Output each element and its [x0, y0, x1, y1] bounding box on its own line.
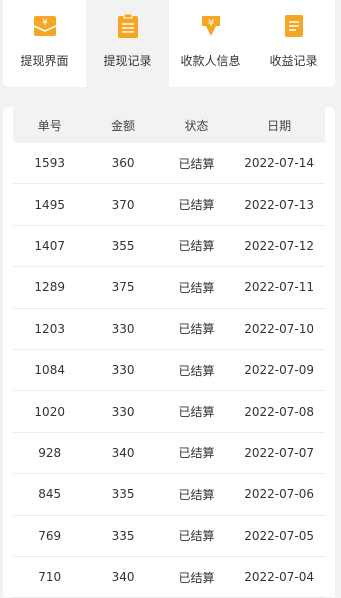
cell-date: 2022-07-11	[244, 280, 314, 295]
cell-amount: 335	[111, 528, 135, 543]
cell-amount: 360	[111, 156, 135, 171]
cell-date: 2022-07-13	[244, 197, 314, 212]
document-icon	[281, 12, 307, 40]
header-order-no: 单号	[37, 118, 62, 133]
cell-order-no: 1407	[34, 238, 65, 253]
cell-amount: 330	[111, 321, 135, 336]
table-row: 1203 330 已结算 2022-07-10	[13, 309, 325, 350]
cell-amount: 370	[111, 197, 135, 212]
cell-status: 已结算	[178, 405, 215, 420]
cell-date: 2022-07-08	[244, 404, 314, 419]
cell-status: 已结算	[178, 363, 215, 378]
header-date: 日期	[267, 118, 292, 133]
cell-order-no: 845	[38, 487, 62, 502]
cell-status: 已结算	[178, 570, 215, 585]
table-header: 单号 金额 状态 日期	[13, 107, 325, 143]
table-row: 928 340 已结算 2022-07-07	[13, 433, 325, 475]
cell-amount: 340	[111, 445, 135, 460]
nav-label: 收款人信息	[180, 54, 241, 68]
nav-label: 收益记录	[269, 54, 318, 68]
cell-status: 已结算	[178, 239, 215, 254]
table-row: 845 335 已结算 2022-07-06	[13, 474, 325, 516]
table-body: 1593 360 已结算 2022-07-14 1495 370 已结算 2022-07-13…	[13, 143, 325, 598]
cell-order-no: 928	[38, 445, 62, 460]
cell-order-no: 710	[38, 570, 62, 585]
table-row: 1289 375 已结算 2022-07-11	[13, 267, 325, 309]
nav-label: 提现记录	[103, 54, 152, 68]
cell-order-no: 1084	[34, 363, 65, 378]
cell-amount: 355	[111, 238, 135, 253]
cell-date: 2022-07-06	[244, 487, 314, 502]
cell-date: 2022-07-04	[244, 570, 314, 585]
cell-date: 2022-07-09	[244, 363, 314, 378]
nav-item-payee-info[interactable]: ¥ 收款人信息	[169, 0, 252, 87]
cell-amount: 330	[111, 404, 135, 419]
cell-status: 已结算	[178, 156, 215, 171]
cell-date: 2022-07-14	[244, 156, 314, 171]
cell-order-no: 769	[38, 528, 62, 543]
cell-order-no: 1020	[34, 404, 65, 419]
cell-date: 2022-07-07	[244, 445, 314, 460]
table-row: 1084 330 已结算 2022-07-09	[13, 350, 325, 392]
clipboard-list-icon	[115, 12, 141, 40]
cell-date: 2022-07-05	[244, 528, 314, 543]
cell-status: 已结算	[178, 446, 215, 461]
cell-status: 已结算	[178, 529, 215, 544]
nav-item-withdraw-records[interactable]: 提现记录	[86, 0, 169, 87]
cell-order-no: 1289	[34, 280, 65, 295]
cell-date: 2022-07-12	[244, 238, 314, 253]
top-nav: ¥ 提现界面 提现记录 ¥ 收款人信息 收益记录	[3, 0, 335, 87]
header-status: 状态	[184, 118, 209, 133]
cell-amount: 375	[111, 280, 135, 295]
cell-order-no: 1203	[34, 321, 65, 336]
cell-order-no: 1495	[34, 197, 65, 212]
cell-status: 已结算	[178, 322, 215, 337]
cell-date: 2022-07-10	[244, 321, 314, 336]
yen-download-icon: ¥	[198, 12, 224, 40]
svg-text:¥: ¥	[42, 18, 48, 28]
header-amount: 金额	[111, 118, 136, 133]
nav-label: 提现界面	[20, 54, 69, 68]
nav-item-withdraw[interactable]: ¥ 提现界面	[3, 0, 86, 87]
withdraw-records-table: 单号 金额 状态 日期 1593 360 已结算 2022-07-14 1495 370 已…	[3, 107, 335, 598]
table-row: 769 335 已结算 2022-07-05	[13, 516, 325, 557]
nav-item-earnings-records[interactable]: 收益记录	[252, 0, 335, 87]
table-row: 1020 330 已结算 2022-07-08	[13, 391, 325, 433]
wallet-yen-icon: ¥	[32, 12, 58, 40]
table-row: 1593 360 已结算 2022-07-14	[13, 143, 325, 185]
table-row: 710 340 已结算 2022-07-04	[13, 557, 325, 598]
svg-text:¥: ¥	[207, 18, 213, 29]
table-row: 1407 355 已结算 2022-07-12	[13, 226, 325, 268]
cell-order-no: 1593	[34, 156, 65, 171]
cell-status: 已结算	[178, 487, 215, 502]
cell-amount: 330	[111, 363, 135, 378]
cell-amount: 335	[111, 487, 135, 502]
cell-status: 已结算	[178, 280, 215, 295]
cell-status: 已结算	[178, 198, 215, 213]
table-row: 1495 370 已结算 2022-07-13	[13, 184, 325, 226]
cell-amount: 340	[111, 570, 135, 585]
